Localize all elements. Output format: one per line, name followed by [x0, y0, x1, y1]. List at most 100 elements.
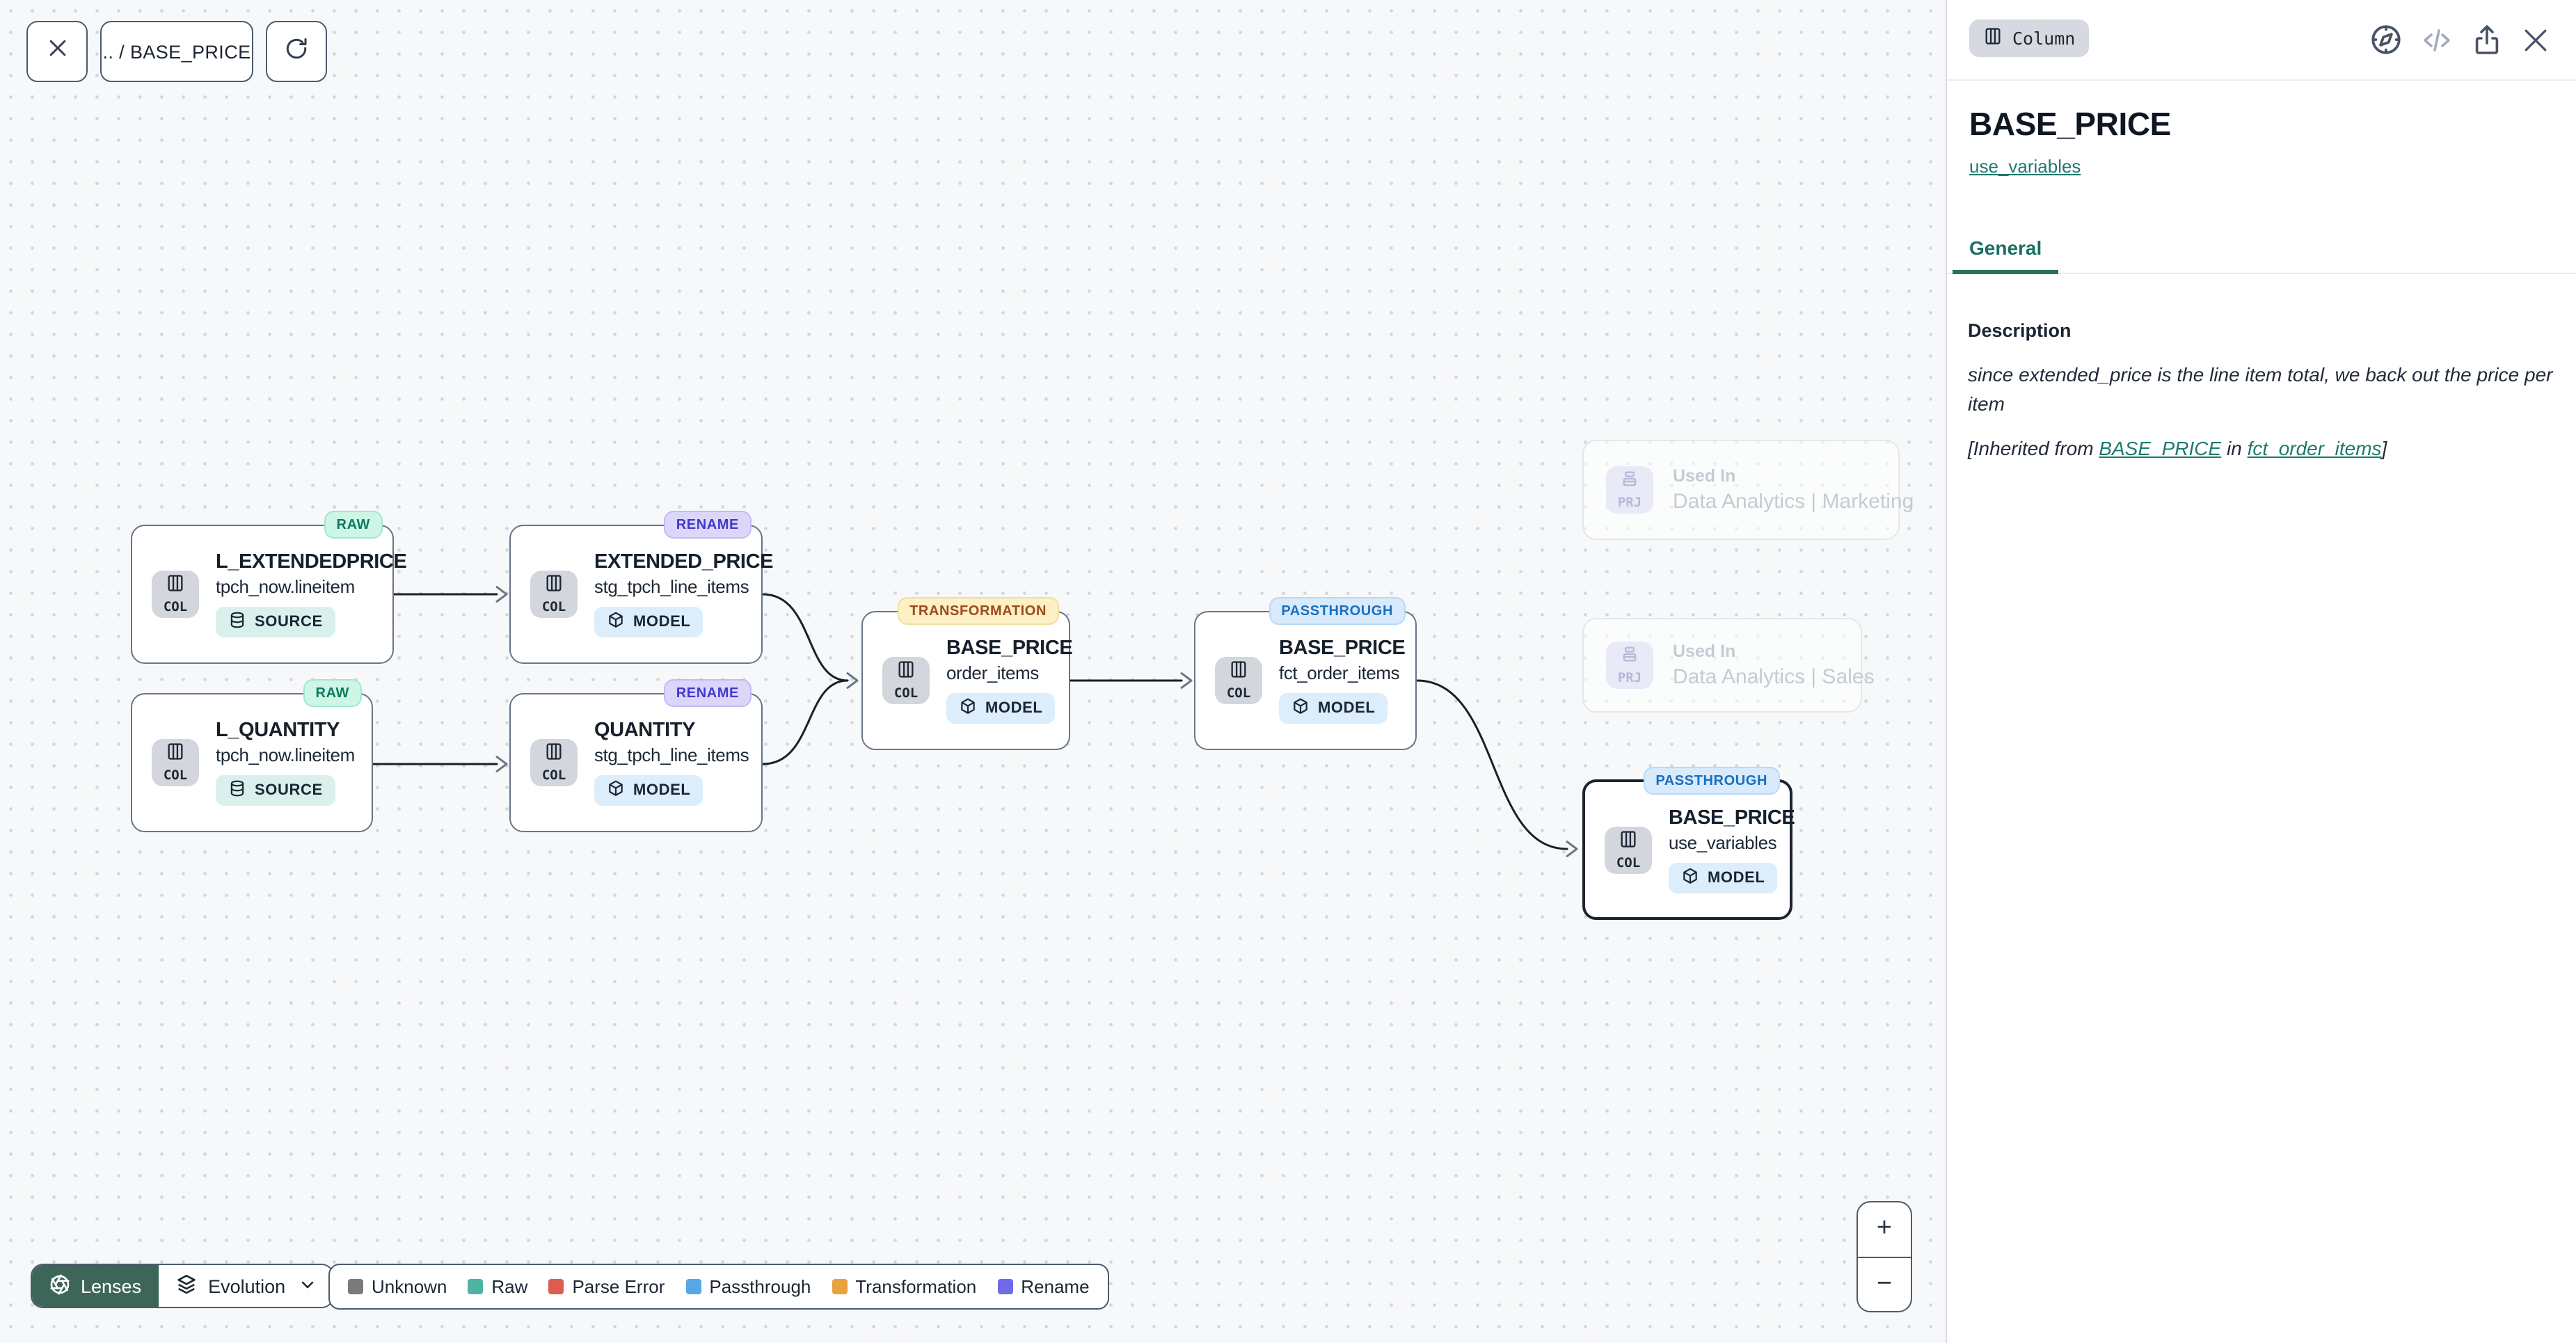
columns-icon: [166, 742, 185, 769]
aperture-icon: [49, 1273, 71, 1299]
node-extended-price[interactable]: RENAME COL EXTENDED_PRICE stg_tpch_line_…: [509, 525, 763, 664]
node-title: EXTENDED_PRICE: [594, 551, 773, 573]
columns-icon: [1983, 26, 2003, 50]
close-panel-icon[interactable]: [2520, 24, 2551, 55]
lineage-canvas[interactable]: .. / BASE_PRICE RAW COL L_EXTENDEDPRICE …: [0, 0, 1946, 1343]
zoom-out-button[interactable]: −: [1858, 1257, 1911, 1311]
model-badge: MODEL: [594, 607, 703, 637]
ghost-node-sales[interactable]: PRJ Used In Data Analytics | Sales: [1582, 618, 1862, 713]
lens-legend: Unknown Raw Parse Error Passthrough Tran…: [328, 1264, 1109, 1310]
lens-badge: RAW: [324, 511, 383, 539]
inherited-column-link[interactable]: BASE_PRICE: [2099, 437, 2221, 459]
zoom-in-button[interactable]: +: [1858, 1202, 1911, 1257]
breadcrumb[interactable]: .. / BASE_PRICE: [100, 21, 253, 82]
node-base-price-fct-order-items[interactable]: PASSTHROUGH COL BASE_PRICE fct_order_ite…: [1194, 611, 1417, 750]
node-base-price-use-variables[interactable]: PASSTHROUGH COL BASE_PRICE use_variables…: [1582, 779, 1792, 920]
node-subtitle: tpch_now.lineitem: [216, 576, 355, 597]
model-link[interactable]: use_variables: [1969, 156, 2081, 177]
columns-icon: [896, 660, 916, 687]
description-heading: Description: [1968, 320, 2555, 341]
column-chip: COL: [152, 571, 199, 618]
lens-selector[interactable]: Evolution: [158, 1265, 333, 1307]
lens-badge: PASSTHROUGH: [1643, 767, 1780, 795]
entity-type-badge: Column: [1969, 19, 2089, 57]
column-chip: COL: [882, 657, 930, 704]
project-icon: [1620, 645, 1639, 672]
node-subtitle: use_variables: [1669, 832, 1776, 852]
legend-item: Unknown: [348, 1276, 447, 1297]
close-graph-button[interactable]: [26, 21, 88, 82]
code-icon[interactable]: [2420, 23, 2454, 56]
lenses-button[interactable]: Lenses: [32, 1265, 158, 1307]
lens-badge: RENAME: [664, 679, 752, 707]
node-title: L_EXTENDEDPRICE: [216, 551, 406, 573]
legend-swatch: [832, 1279, 847, 1294]
node-subtitle: tpch_now.lineitem: [216, 745, 355, 765]
legend-item: Parse Error: [548, 1276, 665, 1297]
ghost-project-name: Data Analytics | Sales: [1673, 665, 1875, 689]
model-badge: MODEL: [946, 693, 1055, 724]
legend-swatch: [685, 1279, 701, 1294]
node-subtitle: stg_tpch_line_items: [594, 576, 749, 597]
cube-icon: [607, 611, 625, 633]
columns-icon: [166, 574, 185, 601]
chevron-down-icon: [296, 1276, 316, 1296]
legend-item: Passthrough: [685, 1276, 811, 1297]
source-badge: SOURCE: [216, 775, 335, 806]
layers-icon: [175, 1273, 197, 1299]
column-chip: COL: [530, 571, 578, 618]
ghost-node-marketing[interactable]: PRJ Used In Data Analytics | Marketing: [1582, 440, 1900, 540]
columns-icon: [1229, 660, 1248, 687]
inherited-model-link[interactable]: fct_order_items: [2248, 437, 2382, 459]
tab-general[interactable]: General: [1953, 237, 2058, 274]
project-icon: [1620, 470, 1639, 496]
node-subtitle: fct_order_items: [1279, 662, 1399, 683]
ghost-project-name: Data Analytics | Marketing: [1673, 490, 1914, 514]
lenses-control: Lenses Evolution: [31, 1264, 334, 1308]
column-chip: COL: [1215, 657, 1262, 704]
legend-swatch: [348, 1279, 363, 1294]
share-icon[interactable]: [2470, 23, 2504, 56]
column-chip: COL: [530, 739, 578, 786]
node-title: L_QUANTITY: [216, 720, 340, 742]
columns-icon: [544, 742, 564, 769]
node-title: BASE_PRICE: [946, 637, 1072, 660]
inherited-note: [Inherited from BASE_PRICE in fct_order_…: [1968, 437, 2562, 459]
breadcrumb-label: .. / BASE_PRICE: [102, 41, 251, 62]
ghost-label: Used In: [1673, 466, 1735, 486]
legend-swatch: [468, 1279, 483, 1294]
node-quantity[interactable]: RENAME COL QUANTITY stg_tpch_line_items …: [509, 693, 763, 832]
compass-icon[interactable]: [2369, 22, 2403, 57]
zoom-control: + −: [1857, 1201, 1912, 1312]
model-badge: MODEL: [594, 775, 703, 806]
columns-icon: [1619, 829, 1638, 856]
lens-badge: PASSTHROUGH: [1269, 597, 1406, 625]
legend-swatch: [997, 1279, 1012, 1294]
node-l-extendedprice[interactable]: RAW COL L_EXTENDEDPRICE tpch_now.lineite…: [131, 525, 394, 664]
app: .. / BASE_PRICE RAW COL L_EXTENDEDPRICE …: [0, 0, 2576, 1343]
database-icon: [228, 779, 246, 802]
legend-swatch: [548, 1279, 564, 1294]
cube-icon: [959, 697, 977, 720]
node-title: QUANTITY: [594, 720, 695, 742]
source-badge: SOURCE: [216, 607, 335, 637]
project-chip: PRJ: [1606, 466, 1653, 514]
legend-item: Rename: [997, 1276, 1089, 1297]
node-l-quantity[interactable]: RAW COL L_QUANTITY tpch_now.lineitem SOU…: [131, 693, 373, 832]
refresh-button[interactable]: [266, 21, 327, 82]
lens-badge: RENAME: [664, 511, 752, 539]
cube-icon: [607, 779, 625, 802]
model-badge: MODEL: [1279, 693, 1388, 724]
panel-title: BASE_PRICE: [1969, 106, 2554, 143]
node-subtitle: order_items: [946, 662, 1039, 683]
model-badge: MODEL: [1669, 862, 1777, 893]
lens-badge: RAW: [303, 679, 362, 707]
node-base-price-order-items[interactable]: TRANSFORMATION COL BASE_PRICE order_item…: [861, 611, 1070, 750]
lens-selector-label: Evolution: [208, 1276, 285, 1296]
panel-header: Column: [1947, 0, 2576, 81]
panel-tabs: General: [1947, 237, 2576, 274]
close-icon: [45, 36, 69, 67]
description-text: since extended_price is the line item to…: [1968, 360, 2562, 419]
details-panel: Column BASE_PRICE use_variables General …: [1946, 0, 2576, 1343]
lenses-label: Lenses: [81, 1276, 141, 1296]
